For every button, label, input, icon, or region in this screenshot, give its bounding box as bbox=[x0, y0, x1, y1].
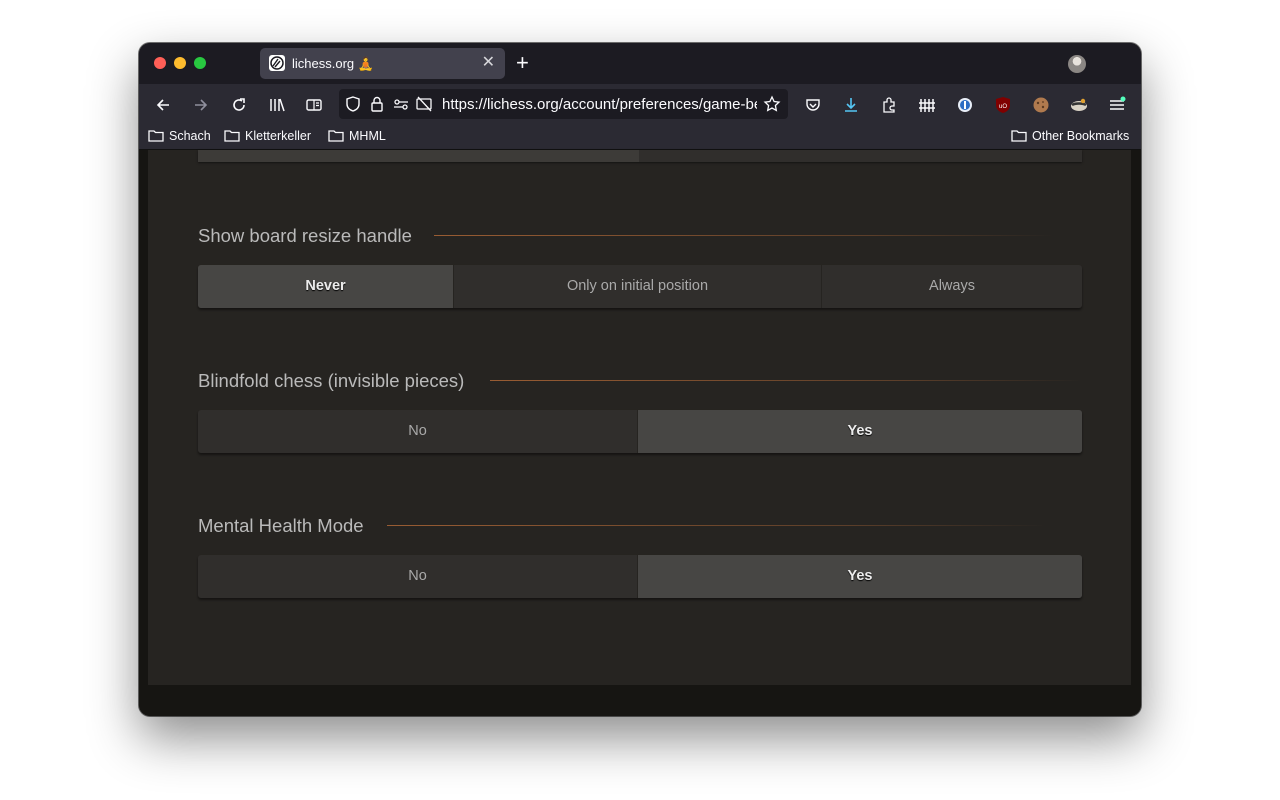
cookie-icon[interactable] bbox=[1032, 96, 1050, 114]
option-yes[interactable]: Yes bbox=[638, 410, 1082, 453]
shield-icon[interactable] bbox=[344, 95, 362, 113]
star-icon[interactable] bbox=[763, 95, 781, 113]
minimize-window-button[interactable] bbox=[174, 57, 186, 69]
download-icon[interactable] bbox=[842, 96, 860, 114]
pocket-icon[interactable] bbox=[804, 96, 822, 114]
browser-tab[interactable]: lichess.org 🧘 ✕ bbox=[260, 48, 505, 79]
reload-icon[interactable] bbox=[230, 96, 248, 114]
section-divider bbox=[387, 525, 1047, 526]
option-yes[interactable]: Yes bbox=[638, 555, 1082, 598]
forward-icon[interactable] bbox=[192, 96, 210, 114]
bookmark-label: Schach bbox=[169, 129, 211, 143]
bookmark-label: Kletterkeller bbox=[245, 129, 311, 143]
svg-text:uO: uO bbox=[999, 104, 1007, 110]
lock-icon[interactable] bbox=[368, 95, 386, 113]
permissions-icon[interactable] bbox=[392, 95, 410, 113]
ublock-icon[interactable]: uO bbox=[994, 96, 1012, 114]
section-title-blindfold: Blindfold chess (invisible pieces) bbox=[198, 370, 465, 391]
fence-icon[interactable] bbox=[918, 96, 936, 114]
tab-title: lichess.org 🧘 bbox=[292, 56, 374, 71]
page-content: Show board resize handle Never Only on i… bbox=[139, 150, 1141, 716]
resize-handle-options: Never Only on initial position Always bbox=[198, 265, 1082, 308]
close-window-button[interactable] bbox=[154, 57, 166, 69]
sidebar-icon[interactable] bbox=[305, 96, 323, 114]
section-title-resize-handle: Show board resize handle bbox=[198, 225, 412, 246]
raccoon-icon[interactable] bbox=[1070, 96, 1088, 114]
bookmark-folder-kletterkeller[interactable]: Kletterkeller bbox=[224, 129, 311, 143]
tab-close-icon[interactable]: ✕ bbox=[482, 54, 495, 72]
bookmark-folder-mhml[interactable]: MHML bbox=[328, 129, 386, 143]
library-icon[interactable] bbox=[268, 96, 286, 114]
blindfold-options: No Yes bbox=[198, 410, 1082, 453]
folder-icon bbox=[148, 130, 164, 142]
menu-icon[interactable] bbox=[1108, 96, 1126, 114]
bookmark-label: MHML bbox=[349, 129, 386, 143]
account-avatar[interactable] bbox=[1068, 55, 1086, 73]
folder-icon bbox=[1011, 130, 1027, 142]
extensions-icon[interactable] bbox=[880, 96, 898, 114]
folder-icon bbox=[224, 130, 240, 142]
browser-window: lichess.org 🧘 ✕ + https://lichess.org/ac… bbox=[139, 43, 1141, 716]
bookmark-label: Other Bookmarks bbox=[1032, 129, 1130, 143]
option-only-initial-position[interactable]: Only on initial position bbox=[454, 265, 822, 308]
option-always[interactable]: Always bbox=[822, 265, 1082, 308]
option-no[interactable]: No bbox=[198, 410, 638, 453]
zoom-window-button[interactable] bbox=[194, 57, 206, 69]
navigation-toolbar: https://lichess.org/account/preferences/… bbox=[139, 84, 1141, 125]
section-divider bbox=[434, 235, 1054, 236]
new-tab-icon[interactable]: + bbox=[516, 52, 529, 74]
title-bar: lichess.org 🧘 ✕ + bbox=[139, 43, 1141, 84]
lichess-favicon-icon bbox=[269, 55, 285, 71]
bookmark-folder-other[interactable]: Other Bookmarks bbox=[1011, 129, 1129, 143]
section-divider bbox=[490, 380, 1082, 381]
option-never[interactable]: Never bbox=[198, 265, 454, 308]
onepassword-icon[interactable] bbox=[956, 96, 974, 114]
url-text[interactable]: https://lichess.org/account/preferences/… bbox=[442, 96, 757, 113]
back-icon[interactable] bbox=[154, 96, 172, 114]
bookmarks-toolbar: Schach Kletterkeller MHML Other Bookmark… bbox=[139, 125, 1141, 150]
folder-icon bbox=[328, 130, 344, 142]
preferences-panel: Show board resize handle Never Only on i… bbox=[148, 150, 1131, 685]
mental-health-options: No Yes bbox=[198, 555, 1082, 598]
address-bar[interactable]: https://lichess.org/account/preferences/… bbox=[339, 89, 788, 119]
section-title-mental-health: Mental Health Mode bbox=[198, 515, 364, 536]
bookmark-folder-schach[interactable]: Schach bbox=[148, 129, 211, 143]
option-no[interactable]: No bbox=[198, 555, 638, 598]
previous-setting-buttons[interactable] bbox=[198, 150, 1082, 162]
tracking-off-icon[interactable] bbox=[415, 95, 433, 113]
